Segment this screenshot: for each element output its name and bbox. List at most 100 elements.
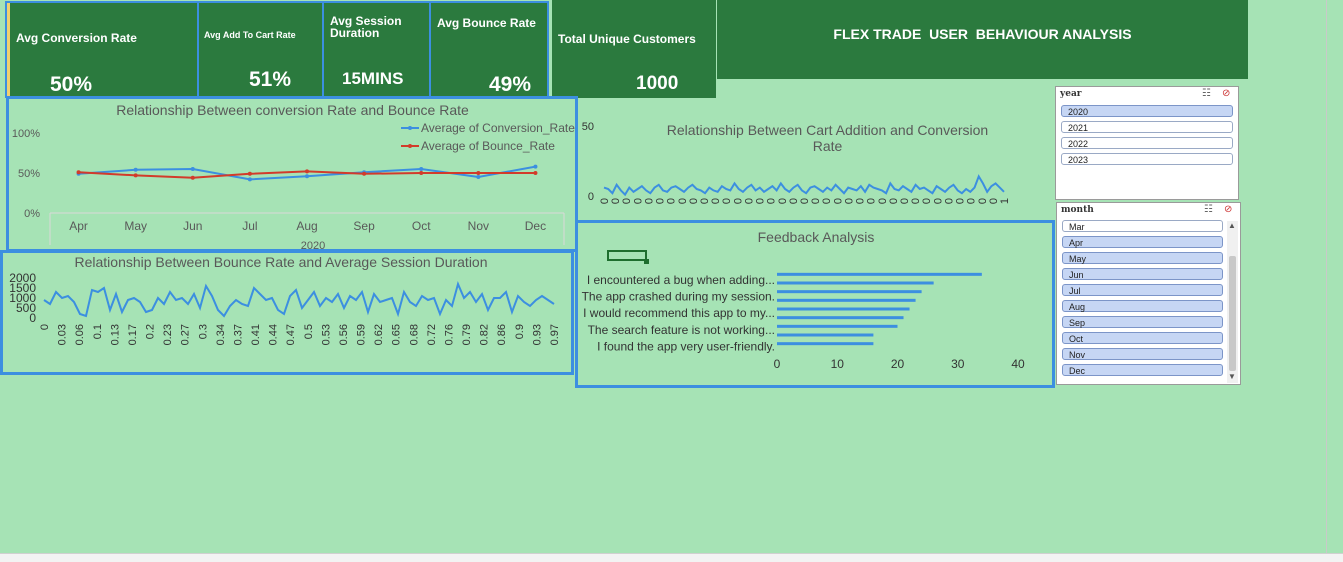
- y-category-label: I encountered a bug when adding...: [587, 273, 775, 287]
- bar: [777, 307, 910, 311]
- x-tick-label: 0.27: [180, 324, 192, 345]
- slicer-item-jun[interactable]: Jun: [1062, 268, 1223, 280]
- kpi-cart-value: 51%: [249, 68, 292, 91]
- kpi-customers-value: 1000: [636, 73, 679, 94]
- x-tick-label: 0.41: [250, 324, 262, 345]
- year-slicer-header: year: [1060, 89, 1082, 99]
- kpi-cart-card[interactable]: Avg Add To Cart Rate 51%: [197, 1, 325, 98]
- x-tick-label: 0.13: [109, 324, 121, 345]
- kpi-session-value: 15MINS: [342, 69, 404, 88]
- y-tick-label: 0: [588, 191, 594, 203]
- kpi-conversion-label: Avg Conversion Rate: [16, 31, 137, 45]
- month-slicer-scrollbar[interactable]: ▲ ▼: [1227, 221, 1238, 383]
- y-category-label: The app crashed during my session.: [582, 290, 775, 304]
- data-point: [305, 174, 309, 179]
- vertical-scrollbar[interactable]: [1326, 0, 1343, 553]
- multi-select-icon[interactable]: ☷: [1204, 204, 1213, 215]
- slicer-item-2023[interactable]: 2023: [1061, 153, 1233, 165]
- legend-marker: [408, 126, 412, 130]
- x-tick-label: Oct: [412, 219, 431, 233]
- x-tick-label: 0.56: [338, 324, 350, 345]
- slicer-item-may[interactable]: May: [1062, 252, 1223, 264]
- month-slicer[interactable]: month ☷ ⊘ Mar Apr May Jun Jul Aug Sep Oct Nov Dec…: [1056, 202, 1241, 385]
- multi-select-icon[interactable]: ☷: [1202, 88, 1211, 99]
- data-point: [190, 167, 195, 171]
- x-tick-label: 0.9: [514, 324, 526, 339]
- x-tick-label: 30: [951, 357, 965, 371]
- x-tick-label: 0.72: [426, 324, 438, 345]
- slicer-item-2022[interactable]: 2022: [1061, 137, 1233, 149]
- data-point: [305, 169, 309, 174]
- legend-label: Average of Bounce_Rate: [421, 139, 555, 153]
- dashboard-title: FLEX TRADE USER BEHAVIOUR ANALYSIS: [833, 26, 1132, 42]
- kpi-bounce-card[interactable]: Avg Bounce Rate 49%: [429, 1, 549, 98]
- chart-cart-conv: 0500 0 0 0 0 0 0 0 0 0 0 0 0 0 0 0 0 0 0 0 0 0 0 0 0 0 0 0 0 0 0 0 0 0 0 0 1: [582, 121, 1011, 204]
- x-tick-label: 0.97: [549, 324, 561, 345]
- x-tick-label: 0.53: [320, 324, 332, 345]
- y-tick-label: 50%: [18, 168, 40, 180]
- y-tick-label: 100%: [12, 128, 40, 140]
- x-tick-label: 0.76: [443, 324, 455, 345]
- x-tick-label: Jul: [242, 219, 257, 233]
- slicer-item-dec[interactable]: Dec: [1062, 364, 1223, 376]
- x-tick-label: 0.82: [479, 324, 491, 345]
- data-point: [133, 173, 138, 178]
- legend-label: Average of Conversion_Rate: [421, 121, 575, 135]
- data-point: [533, 171, 538, 175]
- selected-cell[interactable]: [607, 250, 647, 261]
- data-point: [533, 164, 538, 169]
- month-slicer-header: month: [1061, 205, 1094, 215]
- scroll-up-icon[interactable]: ▲: [1228, 221, 1236, 230]
- bar: [777, 298, 916, 302]
- kpi-conversion-value: 50%: [50, 73, 93, 96]
- x-tick-label: 20: [891, 357, 905, 371]
- kpi-cart-label: Avg Add To Cart Rate: [204, 30, 296, 40]
- slicer-item-mar[interactable]: Mar: [1062, 220, 1223, 232]
- x-tick-label: 0.06: [74, 324, 86, 345]
- y-category-label: I found the app very user-friendly.: [597, 339, 775, 353]
- scroll-down-icon[interactable]: ▼: [1228, 372, 1236, 381]
- x-tick-label: 0: [774, 357, 781, 371]
- kpi-customers-label: Total Unique Customers: [558, 32, 696, 46]
- x-tick-label: 0.23: [162, 324, 174, 345]
- slicer-item-aug[interactable]: Aug: [1062, 300, 1223, 312]
- clear-filter-icon[interactable]: ⊘: [1222, 88, 1230, 99]
- clear-filter-icon[interactable]: ⊘: [1224, 204, 1232, 215]
- y-tick-label: 2000: [9, 271, 36, 285]
- chart-conv-bounce: 0% 50% 100% Apr May Jun Jul Aug Sep Oct Nov Dec 2020…: [12, 121, 575, 250]
- data-point: [247, 177, 252, 182]
- slicer-item-apr[interactable]: Apr: [1062, 236, 1223, 248]
- slicer-item-2020[interactable]: 2020: [1061, 105, 1233, 117]
- kpi-bounce-label: Avg Bounce Rate: [437, 16, 536, 30]
- chart-feedback: I encountered a bug when adding... The ap…: [582, 272, 1025, 371]
- data-point: [419, 167, 424, 171]
- slicer-item-sep[interactable]: Sep: [1062, 316, 1223, 328]
- y-category-label: I would recommend this app to my...: [583, 306, 775, 320]
- x-tick-label: 0.2: [145, 324, 157, 339]
- chart-bounce-session: 05001000150020000 0.03 0.06 0.1 0.13 0.17 0.2 0…: [9, 271, 561, 345]
- slicer-item-nov[interactable]: Nov: [1062, 348, 1223, 360]
- x-tick-label: 1: [999, 198, 1011, 204]
- x-tick-label: 0.68: [408, 324, 420, 345]
- x-tick-label: 0.44: [268, 324, 280, 345]
- kpi-conversion-card[interactable]: Avg Conversion Rate 50%: [5, 1, 200, 98]
- x-tick-label: 0.47: [285, 324, 297, 345]
- x-tick-label: Aug: [296, 219, 317, 233]
- data-point: [133, 167, 138, 172]
- scroll-thumb[interactable]: [1229, 256, 1236, 371]
- data-point: [419, 171, 424, 175]
- kpi-customers-card[interactable]: Total Unique Customers 1000: [552, 0, 716, 98]
- chart-feedback-title: Feedback Analysis: [757, 229, 875, 245]
- slicer-item-jul[interactable]: Jul: [1062, 284, 1223, 296]
- x-tick-label: Dec: [525, 219, 546, 233]
- x-tick-label: 0.1: [92, 324, 104, 339]
- x-tick-label: 0.59: [356, 324, 368, 345]
- bar: [777, 272, 982, 276]
- slicer-item-2021[interactable]: 2021: [1061, 121, 1233, 133]
- year-slicer[interactable]: year ☷ ⊘ 2020 2021 2022 2023: [1055, 86, 1239, 200]
- kpi-session-label: Avg Session Duration: [330, 14, 402, 40]
- bar: [777, 290, 922, 294]
- slicer-item-oct[interactable]: Oct: [1062, 332, 1223, 344]
- kpi-session-card[interactable]: Avg Session Duration 15MINS: [322, 1, 432, 98]
- x-tick-label: 0.79: [461, 324, 473, 345]
